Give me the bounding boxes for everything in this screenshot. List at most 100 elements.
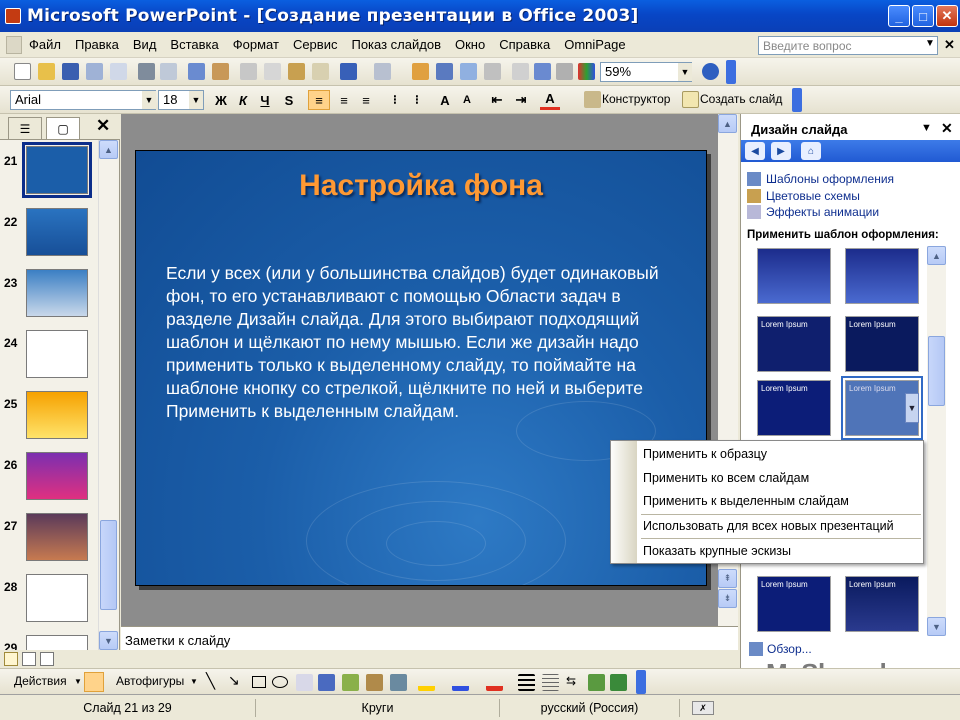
slide-thumbnail-21[interactable] [22, 142, 92, 198]
menu-window[interactable]: Окно [448, 37, 492, 52]
increase-font-icon[interactable]: A [436, 90, 454, 110]
slide-thumbnail-26[interactable] [26, 452, 88, 500]
print-preview-icon[interactable] [160, 63, 177, 80]
shadow-button[interactable]: S [280, 90, 298, 110]
wordart-icon[interactable] [318, 674, 335, 691]
home-icon[interactable]: ⌂ [801, 142, 821, 160]
slides-scrollbar[interactable]: ▲ ▼ [98, 140, 118, 650]
designer-button[interactable]: Конструктор [602, 92, 670, 106]
slide-sorter-icon[interactable] [22, 652, 36, 666]
help-search-input[interactable]: Введите вопрос [758, 36, 938, 55]
paste-icon[interactable] [288, 63, 305, 80]
show-large-previews-item[interactable]: Показать крупные эскизы [643, 544, 791, 558]
line-style-icon[interactable] [518, 674, 535, 691]
align-right-icon[interactable]: ≡ [356, 90, 376, 110]
line-icon[interactable]: ╲ [206, 672, 215, 690]
bullets-icon[interactable]: ⁝ [408, 90, 426, 110]
template-thumbnail[interactable] [757, 248, 831, 304]
menu-view[interactable]: Вид [126, 37, 164, 52]
dash-style-icon[interactable] [542, 674, 559, 691]
gallery-scroll-thumb[interactable] [928, 336, 945, 406]
back-icon[interactable]: ◀ [745, 142, 765, 160]
minimize-button[interactable]: _ [888, 5, 910, 27]
fill-color-icon[interactable] [418, 674, 435, 691]
scroll-down-icon[interactable]: ▼ [99, 631, 118, 650]
shadow-style-icon[interactable] [588, 674, 605, 691]
normal-view-icon[interactable] [4, 652, 18, 666]
numbering-icon[interactable]: ⁝ [386, 90, 404, 110]
close-button[interactable]: ✕ [936, 5, 958, 27]
save-icon[interactable] [62, 63, 79, 80]
decrease-indent-icon[interactable]: ⇤ [488, 90, 506, 110]
slides-tab-icon[interactable]: ▢ [46, 117, 80, 139]
actions-dropdown-icon[interactable]: ▼ [74, 677, 82, 686]
menu-omnipage[interactable]: OmniPage [557, 37, 632, 52]
scroll-thumb[interactable] [100, 520, 117, 610]
document-icon[interactable] [6, 35, 22, 54]
font-name-combo[interactable]: Arial [10, 90, 156, 110]
help-dropdown-icon[interactable]: ▼ [925, 38, 935, 49]
line-color-icon[interactable] [452, 674, 469, 691]
document-close-icon[interactable]: ✕ [944, 37, 955, 53]
template-thumbnail[interactable]: Lorem Ipsum [845, 316, 919, 372]
tables-borders-icon[interactable] [460, 63, 477, 80]
research-icon[interactable] [212, 63, 229, 80]
apply-to-selected-slides-item[interactable]: Применить к выделенным слайдам [643, 494, 849, 508]
arrow-icon[interactable]: ↘ [228, 672, 240, 689]
slide-thumbnail-23[interactable] [26, 269, 88, 317]
3d-style-icon[interactable] [610, 674, 627, 691]
slide-thumbnail-22[interactable] [26, 208, 88, 256]
help-icon[interactable] [702, 63, 719, 80]
decrease-font-icon[interactable]: A [458, 90, 476, 110]
copy-icon[interactable] [264, 63, 281, 80]
font-color-icon[interactable]: A [540, 90, 560, 110]
hyperlink-icon[interactable] [484, 63, 501, 80]
formatting-options-icon[interactable] [792, 88, 802, 112]
spelling-status-icon[interactable]: ✗ [692, 701, 714, 715]
forward-icon[interactable]: ▶ [771, 142, 791, 160]
slide-thumbnail-25[interactable] [26, 391, 88, 439]
template-thumbnail[interactable]: Lorem Ipsum [757, 316, 831, 372]
font-size-dropdown-icon[interactable]: ▼ [189, 91, 203, 109]
format-painter-icon[interactable] [312, 63, 329, 80]
show-grid-icon[interactable] [556, 63, 573, 80]
italic-button[interactable]: К [234, 90, 252, 110]
actions-menu[interactable]: Действия [14, 674, 67, 688]
menu-tools[interactable]: Сервис [286, 37, 345, 52]
expand-all-icon[interactable] [512, 63, 529, 80]
task-pane-menu-icon[interactable]: ▼ [921, 122, 932, 134]
powerpoint-icon[interactable] [5, 8, 21, 24]
insert-chart-icon[interactable] [412, 63, 429, 80]
previous-slide-icon[interactable]: ⇞ [718, 569, 737, 588]
animation-effects-link[interactable]: Эффекты анимации [766, 205, 879, 219]
slide-thumbnail-28[interactable] [26, 574, 88, 622]
bold-button[interactable]: Ж [212, 90, 230, 110]
align-center-icon[interactable]: ≡ [334, 90, 354, 110]
font-name-dropdown-icon[interactable]: ▼ [142, 91, 156, 109]
language-indicator[interactable]: русский (Россия) [500, 699, 680, 717]
clipart-icon[interactable] [366, 674, 383, 691]
toolbar-options-icon[interactable] [726, 60, 736, 84]
notes-pane[interactable]: Заметки к слайду [121, 626, 738, 650]
template-thumbnail[interactable] [845, 248, 919, 304]
gallery-scroll-up-icon[interactable]: ▲ [927, 246, 946, 265]
apply-to-master-item[interactable]: Применить к образцу [643, 447, 767, 461]
autoshapes-menu[interactable]: Автофигуры [116, 674, 184, 688]
print-icon[interactable] [138, 63, 155, 80]
menu-file[interactable]: Файл [22, 37, 68, 52]
scroll-up-icon[interactable]: ▲ [99, 140, 118, 159]
task-pane-close-icon[interactable]: ✕ [941, 120, 953, 137]
slide-thumbnail-29[interactable] [26, 635, 88, 650]
underline-button[interactable]: Ч [256, 90, 274, 110]
increase-indent-icon[interactable]: ⇥ [512, 90, 530, 110]
align-left-icon[interactable]: ≡ [308, 90, 330, 110]
zoom-dropdown-icon[interactable]: ▼ [678, 63, 692, 81]
template-thumbnail[interactable]: Lorem Ipsum [757, 380, 831, 436]
gallery-scrollbar[interactable]: ▲ ▼ [927, 246, 946, 636]
redo-icon[interactable] [374, 63, 391, 80]
selected-template-thumbnail[interactable]: Lorem Ipsum ▼ [841, 376, 923, 440]
font-color-draw-icon[interactable] [486, 674, 503, 691]
gallery-scroll-down-icon[interactable]: ▼ [927, 617, 946, 636]
slide-thumbnail-24[interactable] [26, 330, 88, 378]
new-slide-icon[interactable] [682, 91, 699, 108]
